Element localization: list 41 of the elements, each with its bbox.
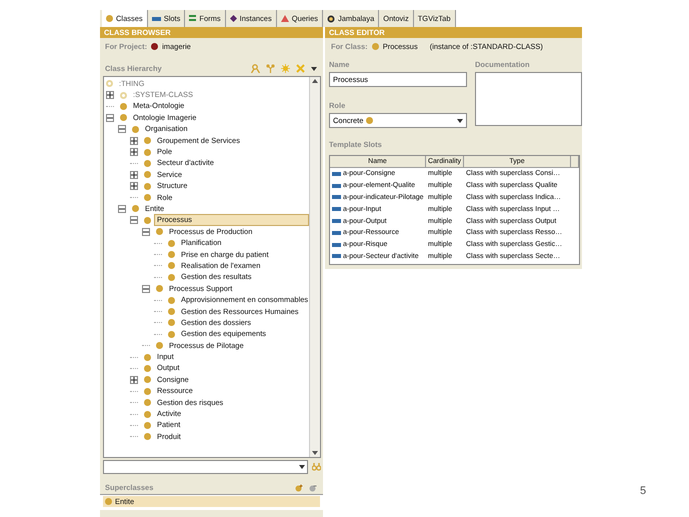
remove-class-icon[interactable]	[309, 484, 317, 492]
diamond-icon	[230, 15, 237, 22]
plus-icon	[131, 138, 137, 144]
expand-toggle[interactable]	[106, 91, 114, 100]
class-icon	[106, 15, 113, 22]
collapse-toggle[interactable]	[118, 125, 126, 134]
class-icon	[372, 42, 379, 50]
expand-toggle[interactable]	[130, 376, 138, 384]
collapse-toggle[interactable]	[106, 114, 114, 122]
page-number: 5	[640, 485, 646, 497]
plus-icon	[131, 376, 137, 383]
add-class-icon[interactable]	[295, 484, 303, 492]
plus-icon	[131, 183, 137, 190]
target-icon	[327, 14, 335, 22]
dropdown-arrow-icon[interactable]	[299, 464, 305, 468]
plus-icon	[107, 92, 113, 98]
expand-toggle[interactable]	[130, 170, 138, 179]
minus-icon	[143, 286, 149, 292]
triangle-icon	[280, 15, 289, 22]
search-field[interactable]	[103, 460, 308, 474]
scroll-up-icon[interactable]	[310, 77, 320, 86]
scroll-down-icon[interactable]	[310, 448, 320, 457]
collapse-toggle[interactable]	[130, 216, 138, 224]
documentation-field[interactable]	[475, 72, 582, 126]
star-icon[interactable]	[281, 64, 290, 73]
plus-icon	[131, 172, 137, 178]
collapse-toggle[interactable]	[142, 284, 150, 293]
slot-icon	[152, 16, 161, 20]
class-icon	[366, 117, 374, 124]
dropdown-arrow-icon	[457, 118, 463, 122]
dropdown-arrow-icon[interactable]	[311, 66, 317, 70]
form-icon	[189, 15, 196, 22]
project-icon	[151, 42, 158, 50]
plus-icon	[131, 149, 137, 156]
scrollbar[interactable]	[309, 77, 320, 457]
expand-toggle[interactable]	[130, 182, 138, 190]
class-icon	[105, 498, 112, 505]
collapse-toggle[interactable]	[142, 228, 150, 236]
collapse-toggle[interactable]	[118, 204, 126, 213]
expand-toggle[interactable]	[130, 148, 138, 156]
expand-toggle[interactable]	[130, 136, 138, 145]
